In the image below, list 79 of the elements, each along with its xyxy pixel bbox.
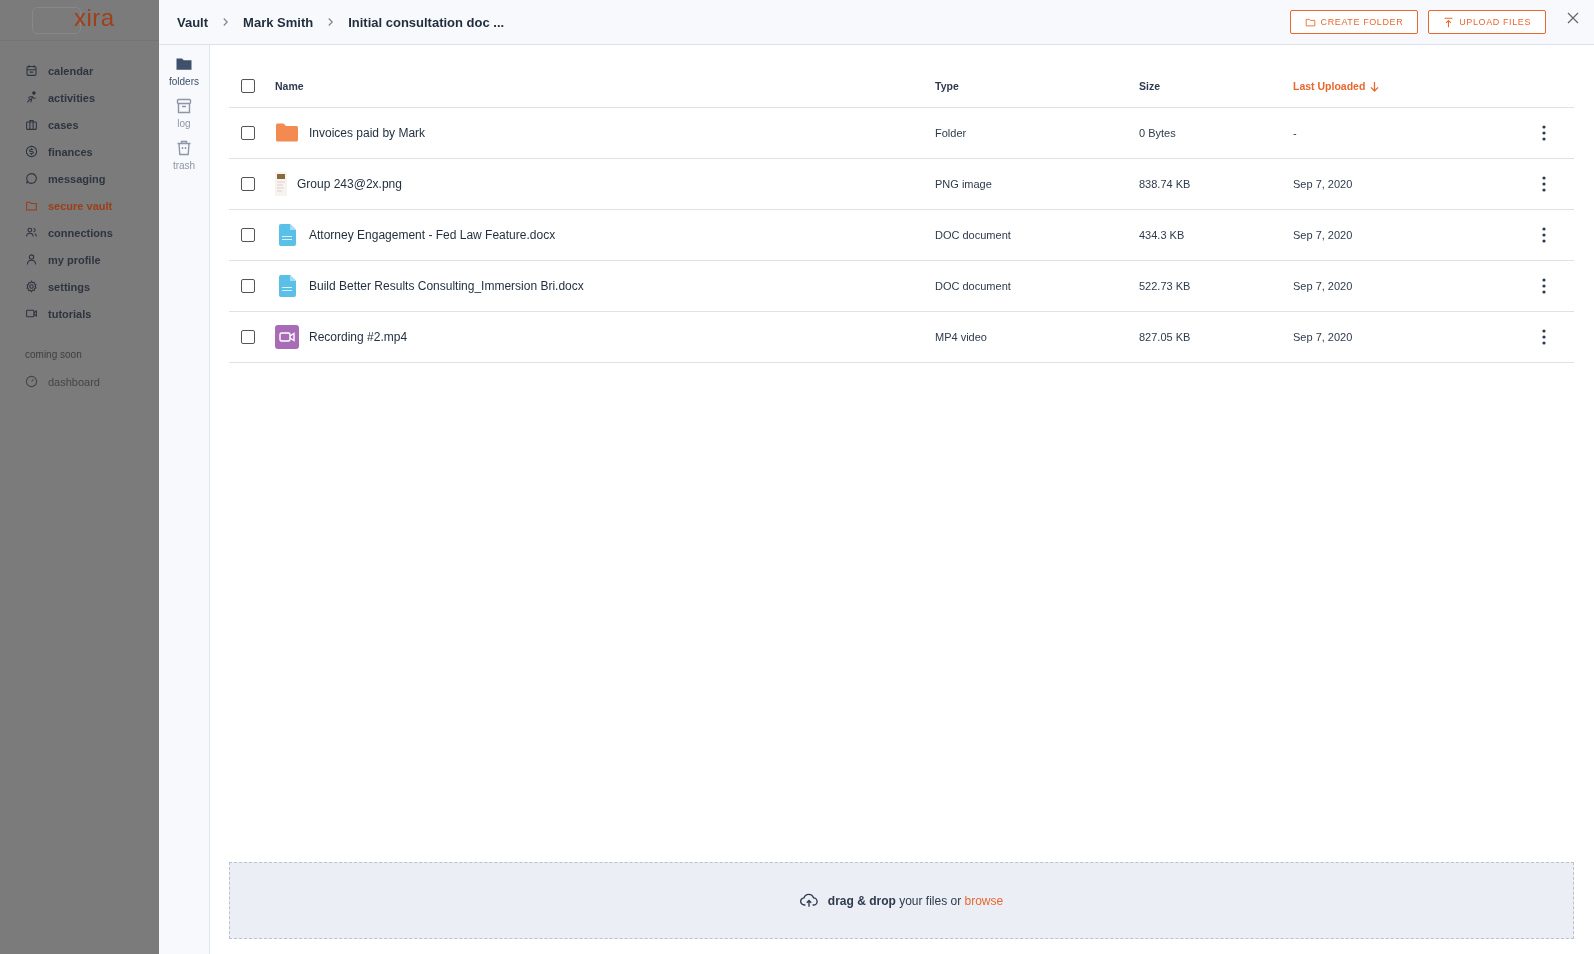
cloud-upload-icon <box>799 893 818 908</box>
breadcrumb-link[interactable]: Initial consultation doc ... <box>348 14 505 30</box>
row-checkbox[interactable] <box>241 330 255 344</box>
upload-files-button[interactable]: UPLOAD FILES <box>1428 10 1546 34</box>
nav-item[interactable]: cases <box>0 111 159 138</box>
upload-date: - <box>1293 127 1298 139</box>
breadcrumb-link[interactable]: Vault <box>177 14 209 30</box>
kebab-menu-icon <box>1542 329 1546 345</box>
folder-icon <box>25 199 38 212</box>
people-icon <box>25 226 38 239</box>
close-icon <box>1567 12 1579 24</box>
file-name[interactable]: Recording #2.mp4 <box>309 330 408 344</box>
file-name[interactable]: Build Better Results Consulting_Immersion Bri.docx <box>309 279 584 293</box>
nav-item[interactable]: settings <box>0 273 159 300</box>
column-header[interactable]: Last Uploaded <box>1293 80 1534 92</box>
running-figure-icon <box>25 91 38 104</box>
select-all-checkbox[interactable] <box>241 79 255 93</box>
nav-item[interactable]: finances <box>0 138 159 165</box>
column-header[interactable]: Type <box>935 80 1139 92</box>
create-folder-button[interactable]: CREATE FOLDER <box>1289 10 1419 34</box>
nav-item[interactable]: tutorials <box>0 300 159 327</box>
trash-icon <box>175 139 193 157</box>
logo: xira <box>74 4 115 32</box>
gauge-icon <box>25 375 38 388</box>
kebab-menu-icon <box>1542 278 1546 294</box>
upload-date: Sep 7, 2020 <box>1293 280 1354 292</box>
sort-arrow-icon <box>1370 80 1380 92</box>
column-header[interactable]: Size <box>1139 80 1293 92</box>
file-size: 827.05 KB <box>1139 331 1192 343</box>
file-type: Folder <box>935 127 968 139</box>
drop-instructions: drag & drop your files or browse <box>827 893 1004 908</box>
file-name[interactable]: Attorney Engagement - Fed Law Feature.docx <box>309 228 556 242</box>
upload-date: Sep 7, 2020 <box>1293 229 1354 241</box>
file-size: 0 Bytes <box>1139 127 1177 139</box>
drop-zone[interactable]: drag & drop your files or browse <box>229 862 1574 939</box>
chat-bubble-icon <box>25 172 38 185</box>
breadcrumb-link[interactable]: Mark Smith <box>243 14 314 30</box>
person-icon <box>25 253 38 266</box>
briefcase-icon <box>25 118 38 131</box>
nav-item[interactable]: connections <box>0 219 159 246</box>
kebab-menu-icon <box>1542 227 1546 243</box>
video-file-icon <box>275 325 299 349</box>
browse-link[interactable]: browse <box>964 893 1004 908</box>
row-checkbox[interactable] <box>241 177 255 191</box>
row-checkbox[interactable] <box>241 228 255 242</box>
file-type: DOC document <box>935 280 1012 292</box>
nav-item[interactable]: my profile <box>0 246 159 273</box>
column-header[interactable]: Name <box>275 80 935 92</box>
folder-icon <box>275 121 299 145</box>
dollar-icon <box>25 145 38 158</box>
file-name[interactable]: Invoices paid by Mark <box>309 126 426 140</box>
rail-tab[interactable]: trash <box>172 139 196 171</box>
calendar-icon <box>25 64 38 77</box>
file-size: 522.73 KB <box>1139 280 1192 292</box>
video-camera-icon <box>25 307 38 320</box>
kebab-menu-icon <box>1542 125 1546 141</box>
upload-icon <box>1443 16 1455 28</box>
image-thumbnail-icon <box>275 172 287 196</box>
kebab-menu-icon <box>1542 176 1546 192</box>
chevron-icon <box>222 17 230 27</box>
archive-box-icon <box>175 97 193 115</box>
nav-item[interactable]: calendar <box>0 57 159 84</box>
upload-date: Sep 7, 2020 <box>1293 178 1354 190</box>
file-type: PNG image <box>935 178 993 190</box>
chevron-icon <box>327 17 335 27</box>
rail-tab[interactable]: folders <box>169 55 199 87</box>
folder-icon <box>1304 16 1316 28</box>
file-name[interactable]: Group 243@2x.png <box>297 177 402 191</box>
file-type: DOC document <box>935 229 1012 241</box>
upload-date: Sep 7, 2020 <box>1293 331 1354 343</box>
nav-item[interactable]: messaging <box>0 165 159 192</box>
file-type: MP4 video <box>935 331 988 343</box>
settings-icon <box>25 280 38 293</box>
row-checkbox[interactable] <box>241 126 255 140</box>
row-checkbox[interactable] <box>241 279 255 293</box>
rail-tab[interactable]: log <box>175 97 193 129</box>
nav-item[interactable]: activities <box>0 84 159 111</box>
file-size: 838.74 KB <box>1139 178 1192 190</box>
file-size: 434.3 KB <box>1139 229 1186 241</box>
